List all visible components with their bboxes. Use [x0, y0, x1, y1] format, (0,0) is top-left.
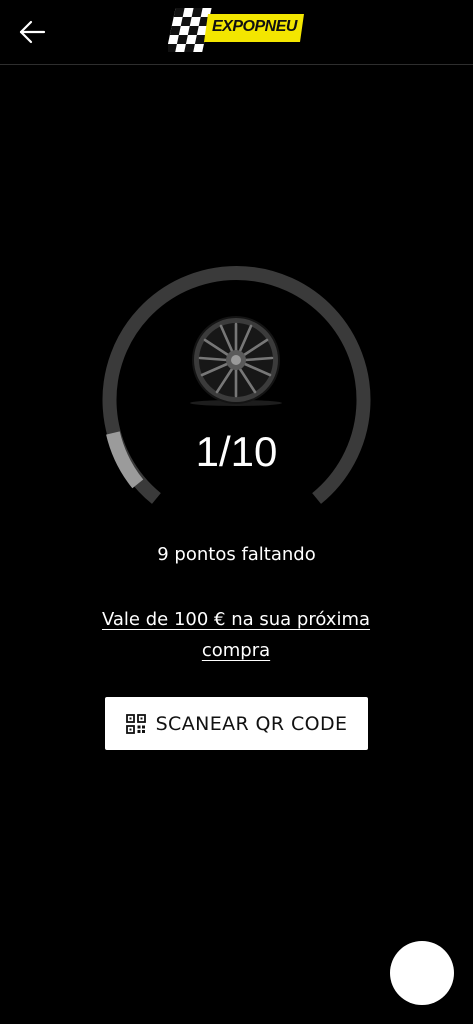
qr-code-icon — [125, 713, 146, 734]
floating-action-button[interactable] — [390, 941, 454, 1005]
reward-link[interactable]: Vale de 100 € na sua próxima compra — [86, 604, 386, 666]
logo-text: EXPOPNEU — [212, 18, 297, 35]
wheel-rim-icon — [190, 316, 282, 406]
scan-qr-button[interactable]: SCANEAR QR CODE — [105, 697, 368, 750]
points-counter: 1/10 — [195, 428, 278, 475]
scan-qr-label: SCANEAR QR CODE — [155, 712, 348, 735]
back-button[interactable] — [14, 16, 50, 48]
arrow-left-icon — [19, 20, 46, 44]
points-remaining-text: 9 pontos faltando — [157, 544, 316, 565]
top-bar: EXPOPNEU — [0, 0, 473, 65]
expopneu-logo: EXPOPNEU — [166, 6, 306, 56]
progress-gauge — [102, 266, 371, 504]
